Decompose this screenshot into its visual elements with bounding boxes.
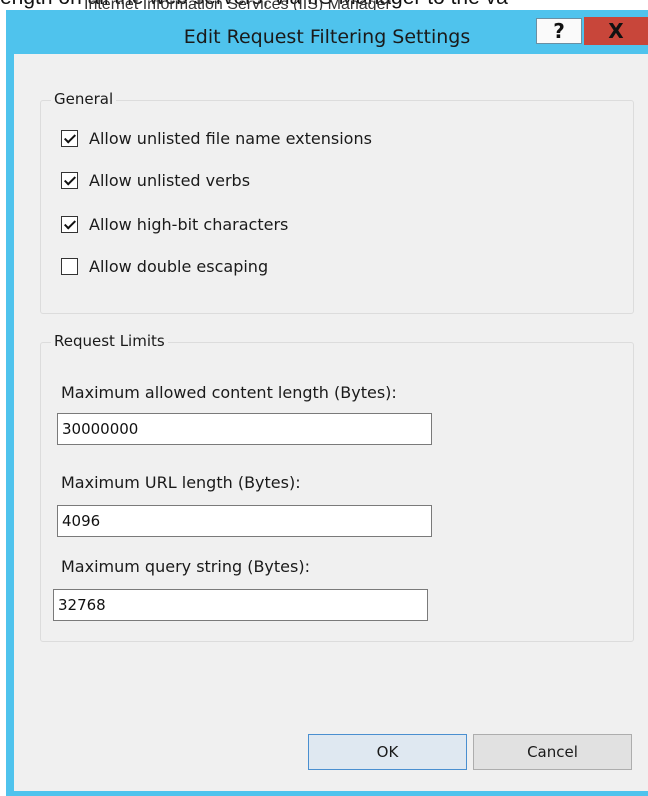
allow-high-bit-characters-checkbox-row[interactable]: Allow high-bit characters (61, 213, 288, 235)
allow-unlisted-verbs-checkbox-row[interactable]: Allow unlisted verbs (61, 169, 250, 191)
help-button[interactable]: ? (536, 18, 582, 44)
cancel-button[interactable]: Cancel (473, 734, 632, 770)
max-content-length-input[interactable] (57, 413, 432, 445)
allow-double-escaping-checkbox-row[interactable]: Allow double escaping (61, 255, 268, 277)
max-url-length-input[interactable] (57, 505, 432, 537)
general-group: General Allow unlisted file name extensi… (40, 90, 634, 314)
max-query-string-input[interactable] (53, 589, 428, 621)
general-group-legend: General (51, 90, 117, 108)
allow-unlisted-extensions-checkbox-row[interactable]: Allow unlisted file name extensions (61, 127, 372, 149)
checkbox-label: Allow unlisted file name extensions (89, 128, 372, 148)
allow-unlisted-verbs-checkbox[interactable] (61, 171, 78, 189)
allow-unlisted-extensions-checkbox[interactable] (61, 129, 78, 147)
allow-double-escaping-checkbox[interactable] (61, 257, 78, 275)
ok-button[interactable]: OK (308, 734, 467, 770)
dialog-content: General Allow unlisted file name extensi… (14, 54, 648, 791)
edit-request-filtering-dialog: Edit Request Filtering Settings ? X Gene… (6, 10, 648, 796)
close-button[interactable]: X (584, 17, 648, 45)
checkbox-label: Allow double escaping (89, 256, 269, 276)
request-limits-group-legend: Request Limits (51, 332, 168, 350)
dialog-titlebar[interactable]: Edit Request Filtering Settings ? X (6, 10, 648, 54)
max-url-length-label: Maximum URL length (Bytes): (61, 473, 301, 492)
request-limits-group: Request Limits Maximum allowed content l… (40, 332, 634, 642)
checkbox-label: Allow unlisted verbs (89, 170, 251, 190)
allow-high-bit-characters-checkbox[interactable] (61, 215, 78, 233)
max-query-string-label: Maximum query string (Bytes): (61, 557, 310, 576)
max-content-length-label: Maximum allowed content length (Bytes): (61, 383, 397, 402)
checkbox-label: Allow high-bit characters (89, 214, 289, 234)
